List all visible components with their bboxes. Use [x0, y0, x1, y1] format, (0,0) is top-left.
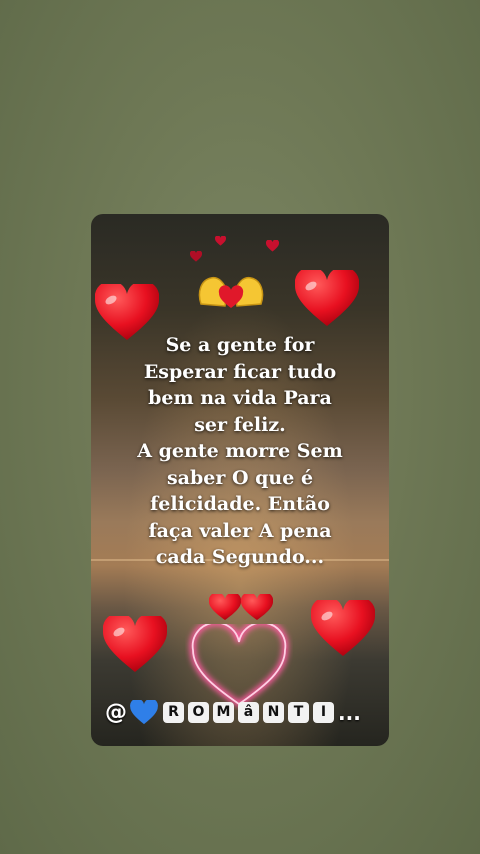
- handle-letter: T: [288, 702, 309, 723]
- handle-ellipsis: ...: [338, 700, 361, 725]
- handle-letter: R: [163, 702, 184, 723]
- quote-line: ser feliz.: [194, 413, 286, 436]
- quote-line: Se a gente for: [165, 334, 315, 356]
- quote-text: Se a gente for Esperar ficar tudo bem na…: [91, 332, 389, 571]
- quote-line: saber O que é: [166, 466, 314, 489]
- handle-letter: N: [263, 702, 284, 723]
- red-heart-icon: [103, 616, 167, 672]
- two-hearts-icon: [209, 594, 273, 620]
- handle-letter: O: [188, 702, 209, 723]
- account-handle: @ R O M â N T I ...: [105, 700, 361, 725]
- quote-line: A gente morre Sem: [137, 440, 343, 462]
- small-heart-icon: [215, 236, 226, 246]
- red-heart-icon: [311, 600, 375, 656]
- heart-hands-icon: [198, 276, 264, 308]
- quote-line: bem na vida Para: [148, 387, 332, 409]
- quote-line: felicidade. Então: [150, 493, 330, 515]
- handle-letter: I: [313, 702, 334, 723]
- small-heart-icon: [266, 240, 279, 252]
- small-heart-icon: [190, 251, 202, 262]
- handle-letter: â: [238, 702, 259, 723]
- blue-heart-icon: [130, 700, 158, 725]
- handle-letter: M: [213, 702, 234, 723]
- at-symbol: @: [105, 700, 127, 725]
- red-heart-icon: [295, 270, 359, 326]
- image-card: Se a gente for Esperar ficar tudo bem na…: [91, 214, 389, 746]
- quote-line: cada Segundo...: [155, 546, 325, 568]
- glowing-heart-outline-icon: [189, 624, 289, 708]
- quote-line: faça valer A pena: [148, 519, 332, 542]
- quote-line: Esperar ficar tudo: [143, 360, 337, 383]
